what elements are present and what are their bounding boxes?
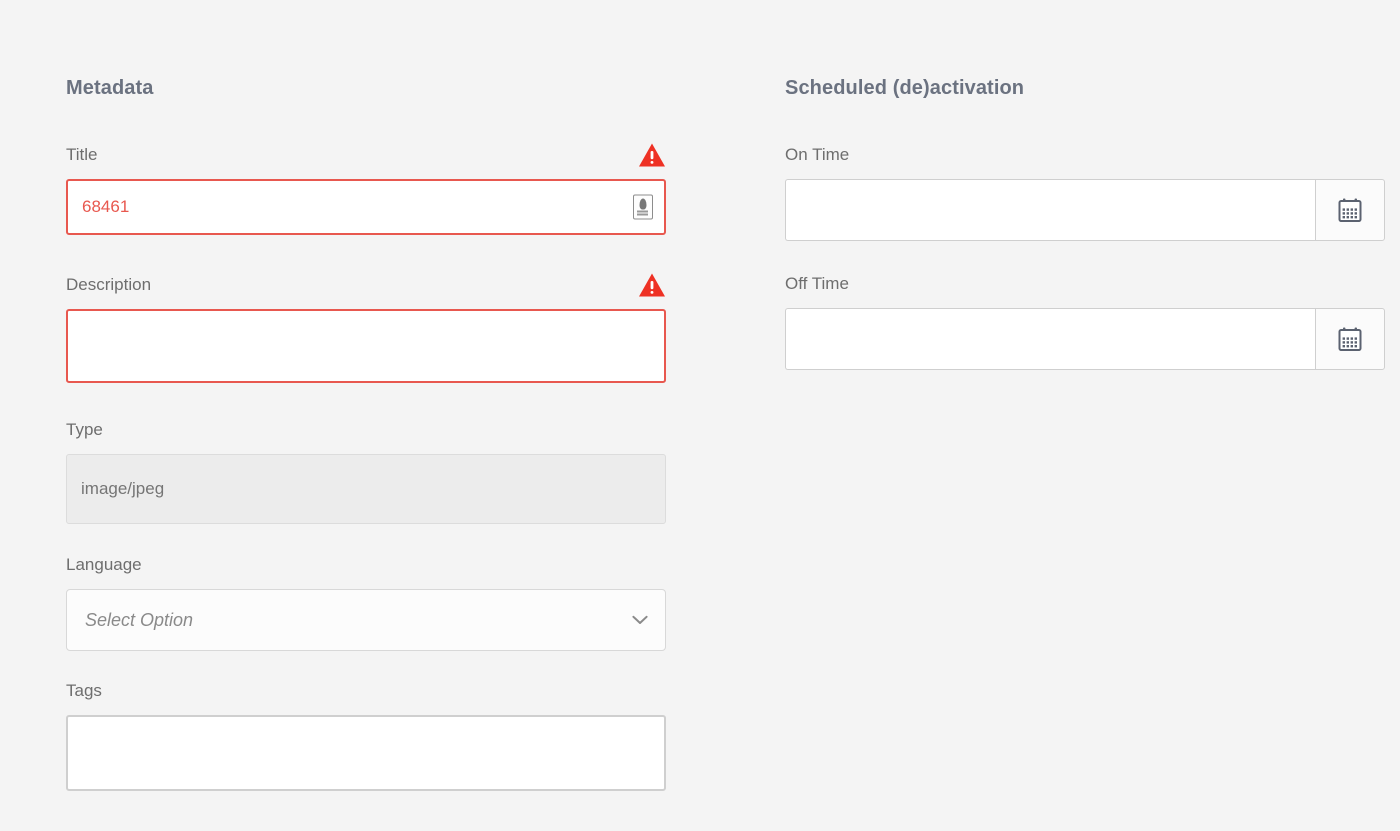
- field-language: Language Select Option: [66, 552, 666, 651]
- calendar-icon: [1337, 197, 1363, 223]
- warning-triangle-icon: [638, 142, 666, 168]
- on-time-label: On Time: [785, 145, 849, 165]
- type-label: Type: [66, 420, 103, 440]
- title-label: Title: [66, 145, 98, 165]
- tags-label: Tags: [66, 681, 102, 701]
- on-time-input-group: [785, 179, 1385, 241]
- on-time-label-row: On Time: [785, 142, 1385, 168]
- field-title: Title: [66, 142, 666, 235]
- schedule-section-title: Scheduled (de)activation: [785, 78, 1385, 98]
- off-time-label: Off Time: [785, 274, 849, 294]
- field-tags: Tags: [66, 678, 666, 796]
- calendar-icon: [1337, 326, 1363, 352]
- field-description: Description: [66, 272, 666, 388]
- off-time-input-group: [785, 308, 1385, 370]
- tags-label-row: Tags: [66, 678, 666, 704]
- off-time-label-row: Off Time: [785, 271, 1385, 297]
- on-time-input[interactable]: [785, 179, 1315, 241]
- title-label-row: Title: [66, 142, 666, 168]
- field-on-time: On Time: [785, 142, 1385, 241]
- metadata-form-page: Metadata Title Description: [0, 0, 1400, 831]
- on-time-calendar-button[interactable]: [1315, 179, 1385, 241]
- warning-triangle-icon: [638, 272, 666, 298]
- tags-input[interactable]: [66, 715, 666, 791]
- type-label-row: Type: [66, 417, 666, 443]
- language-label: Language: [66, 555, 142, 575]
- off-time-calendar-button[interactable]: [1315, 308, 1385, 370]
- description-label-row: Description: [66, 272, 666, 298]
- description-textarea[interactable]: [66, 309, 666, 383]
- schedule-column: Scheduled (de)activation On Time: [785, 78, 1385, 370]
- language-select-wrap: Select Option: [66, 589, 666, 651]
- language-label-row: Language: [66, 552, 666, 578]
- contact-card-icon[interactable]: [633, 195, 653, 220]
- title-input-wrap: [66, 179, 666, 235]
- metadata-section-title: Metadata: [66, 78, 666, 98]
- field-off-time: Off Time: [785, 271, 1385, 370]
- language-select[interactable]: Select Option: [66, 589, 666, 651]
- description-label: Description: [66, 275, 151, 295]
- off-time-input[interactable]: [785, 308, 1315, 370]
- field-type: Type: [66, 417, 666, 524]
- metadata-column: Metadata Title Description: [66, 78, 666, 796]
- type-input: [66, 454, 666, 524]
- title-input[interactable]: [66, 179, 666, 235]
